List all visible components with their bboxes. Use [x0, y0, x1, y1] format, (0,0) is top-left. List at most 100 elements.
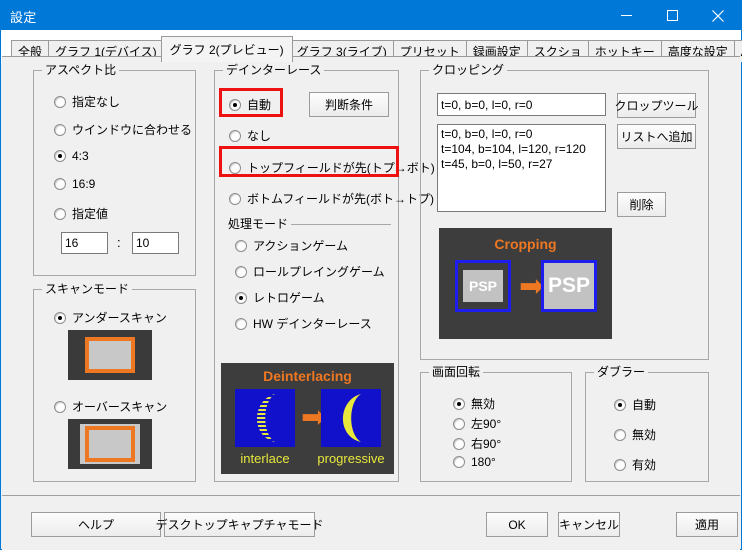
radio-label: 指定値 — [72, 207, 109, 221]
aspect-option-16-9[interactable]: 16:9 — [54, 177, 95, 191]
radio-label: ロールプレイングゲーム — [253, 265, 385, 279]
overscan-thumbnail — [68, 419, 152, 469]
underscan-thumbnail — [68, 330, 152, 380]
rotation-option-180[interactable]: 180° — [453, 455, 496, 469]
interlace-image — [235, 389, 295, 447]
processing-option-hw-deinterlace[interactable]: HW デインターレース — [235, 315, 372, 332]
tab-graph2[interactable]: グラフ 2(プレビュー) — [160, 36, 293, 62]
processing-option-rpg[interactable]: ロールプレイングゲーム — [235, 263, 385, 280]
deinterlace-option-none[interactable]: なし — [229, 127, 271, 144]
overscan-frame — [85, 426, 135, 462]
radio-mark — [54, 311, 66, 324]
interlace-caption: interlace — [240, 451, 290, 466]
radio-mark — [229, 161, 241, 174]
add-to-list-button[interactable]: リストへ追加 — [617, 124, 696, 149]
radio-label: ボトムフィールドが先(ボト→トプ) — [247, 192, 435, 206]
doubler-option-disabled[interactable]: 無効 — [614, 426, 656, 443]
rotation-option-right-90[interactable]: 右90° — [453, 435, 501, 452]
radio-mark — [453, 417, 465, 430]
ok-button[interactable]: OK — [486, 512, 548, 537]
radio-mark — [614, 398, 626, 411]
underscan-frame — [85, 337, 135, 373]
radio-mark — [235, 265, 247, 278]
list-item[interactable]: t=45, b=0, l=50, r=27 — [441, 157, 602, 172]
delete-button[interactable]: 削除 — [617, 192, 666, 217]
radio-label: アクションゲーム — [253, 239, 349, 253]
crop-current-input[interactable]: t=0, b=0, l=0, r=0 — [437, 93, 606, 116]
doubler-group: ダブラー 自動 無効 有効 — [585, 365, 709, 482]
illustration-title: Cropping — [494, 236, 557, 252]
maximize-icon — [666, 10, 678, 21]
radio-label: HW デインターレース — [253, 317, 372, 331]
minimize-button[interactable] — [603, 1, 649, 30]
radio-label: 180° — [471, 455, 496, 469]
rotation-option-none[interactable]: 無効 — [453, 395, 495, 412]
radio-mark — [229, 129, 241, 142]
close-icon — [712, 9, 724, 22]
deinterlace-legend: デインターレース — [223, 63, 325, 77]
scan-option-overscan[interactable]: オーバースキャン — [54, 398, 167, 415]
processing-option-action-game[interactable]: アクションゲーム — [235, 237, 348, 254]
maximize-button[interactable] — [649, 1, 695, 30]
list-item[interactable]: t=0, b=0, l=0, r=0 — [441, 127, 602, 142]
aspect-option-fit-window[interactable]: ウインドウに合わせる — [54, 121, 192, 138]
radio-label: レトロゲーム — [253, 291, 325, 305]
crop-after-image: PSP — [541, 260, 597, 312]
interlaced-moon-icon — [235, 389, 295, 447]
radio-label: 自動 — [247, 98, 272, 112]
radio-label: 左90° — [471, 417, 502, 431]
deinterlace-group: デインターレース 自動 判断条件 なし トップフィールドが先(トプ→ボト) ボト… — [214, 63, 435, 482]
aspect-option-none[interactable]: 指定なし — [54, 93, 120, 110]
aspect-ratio-group: アスペクト比 指定なし ウインドウに合わせる 4:3 16:9 指定値 16:… — [33, 63, 196, 276]
tab-panel-graph2: アスペクト比 指定なし ウインドウに合わせる 4:3 16:9 指定値 16:… — [2, 56, 740, 495]
deinterlace-option-auto[interactable]: 自動 — [229, 96, 271, 113]
doubler-legend: ダブラー — [594, 365, 649, 379]
crop-before-image: PSP — [455, 260, 511, 312]
processing-mode-group: 処理モード アクションゲーム ロールプレイングゲーム レトロゲーム HW デイン… — [225, 217, 391, 331]
desktop-capture-mode-button[interactable]: デスクトップキャプチャモード — [156, 512, 323, 537]
processing-mode-legend: 処理モード — [225, 217, 292, 231]
radio-label: 16:9 — [72, 177, 96, 191]
processing-option-retro-game[interactable]: レトロゲーム — [235, 289, 325, 306]
scan-mode-group: スキャンモード アンダースキャン オーバースキャン — [33, 282, 196, 482]
radio-label: 4:3 — [72, 149, 89, 163]
radio-mark — [235, 239, 247, 252]
rotation-option-left-90[interactable]: 左90° — [453, 415, 501, 432]
aspect-width-input[interactable]: 16 — [61, 232, 108, 254]
close-button[interactable] — [695, 1, 741, 30]
deinterlace-option-top-field-first[interactable]: トップフィールドが先(トプ→ボト) — [229, 159, 435, 176]
radio-mark — [614, 458, 626, 471]
radio-label: オーバースキャン — [72, 400, 168, 414]
crop-tool-button[interactable]: クロップツール — [615, 93, 699, 118]
apply-button[interactable]: 適用 — [676, 512, 738, 537]
aspect-option-custom[interactable]: 指定値 — [54, 205, 108, 222]
help-button[interactable]: ヘルプ — [31, 512, 161, 537]
minimize-icon — [620, 15, 632, 16]
cropping-illustration: Cropping PSP ➡ PSP — [439, 228, 612, 339]
aspect-ratio-separator: : — [117, 235, 121, 250]
aspect-height-input[interactable]: 10 — [132, 232, 179, 254]
dialog-footer: ヘルプ デスクトップキャプチャモード OK キャンセル 適用 — [2, 495, 740, 550]
radio-label: アンダースキャン — [72, 311, 167, 325]
radio-mark — [54, 95, 66, 108]
aspect-ratio-legend: アスペクト比 — [42, 63, 120, 77]
aspect-option-4-3[interactable]: 4:3 — [54, 149, 89, 163]
radio-mark — [614, 428, 626, 441]
list-item[interactable]: t=104, b=104, l=120, r=120 — [441, 142, 602, 157]
radio-mark — [235, 317, 247, 330]
progressive-caption: progressive — [317, 451, 385, 466]
radio-label: 無効 — [471, 397, 496, 411]
radio-label: ウインドウに合わせる — [72, 123, 193, 137]
cancel-button[interactable]: キャンセル — [558, 512, 620, 537]
radio-mark — [54, 400, 66, 413]
deinterlace-option-bottom-field-first[interactable]: ボトムフィールドが先(ボト→トプ) — [229, 190, 434, 207]
judgement-condition-button[interactable]: 判断条件 — [309, 92, 389, 117]
radio-mark — [54, 150, 66, 162]
crop-presets-list[interactable]: t=0, b=0, l=0, r=0 t=104, b=104, l=120, … — [437, 124, 606, 212]
settings-dialog: 設定 全般 グラフ 1(デバイス) グラフ 2(プレビュー) グラフ 3(ライブ… — [0, 0, 742, 550]
scan-option-underscan[interactable]: アンダースキャン — [54, 309, 167, 326]
doubler-option-enabled[interactable]: 有効 — [614, 456, 656, 473]
radio-mark — [235, 291, 247, 304]
window-title: 設定 — [10, 10, 37, 25]
doubler-option-auto[interactable]: 自動 — [614, 396, 656, 413]
